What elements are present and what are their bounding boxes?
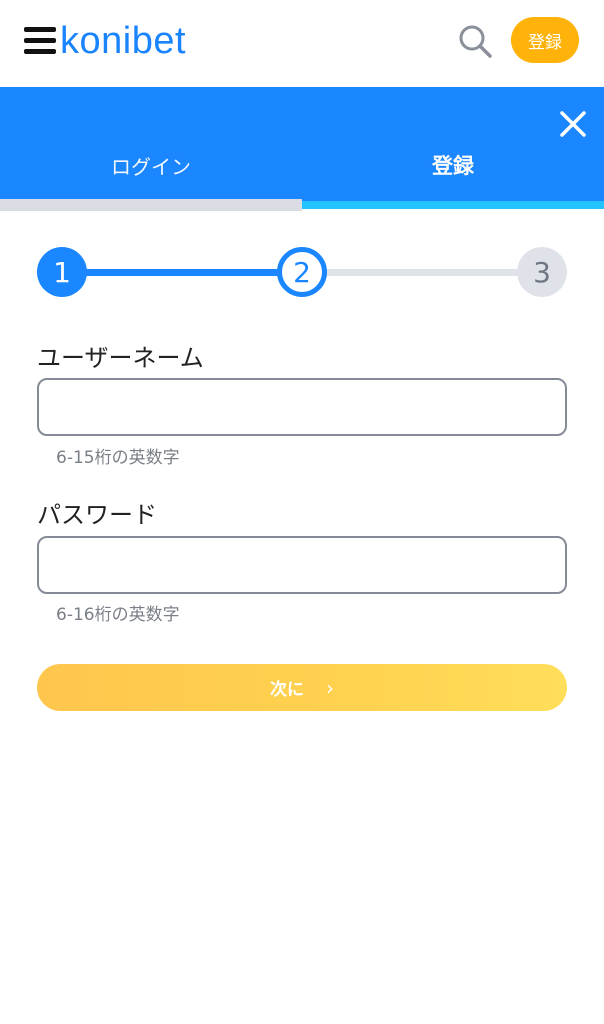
tab-indicator-inactive	[0, 199, 302, 211]
step-connector-completed	[62, 269, 304, 276]
step-connector-pending	[302, 269, 542, 276]
step-1-indicator: 1	[37, 247, 87, 297]
auth-tabs: ログイン 登録	[0, 87, 604, 211]
registration-screen: konibet 登録 ログイン 登録 1 2 3 ユーザーネーム 6-15桁の英…	[0, 0, 604, 1024]
search-icon[interactable]	[456, 22, 494, 60]
chevron-right-icon: ›	[326, 675, 334, 700]
step-3-indicator: 3	[517, 247, 567, 297]
next-button[interactable]: 次に ›	[37, 664, 567, 711]
progress-stepper: 1 2 3	[37, 247, 567, 297]
password-hint: 6-16桁の英数字	[56, 605, 180, 625]
register-button[interactable]: 登録	[511, 17, 579, 63]
tab-indicator-divider	[302, 209, 604, 211]
username-hint: 6-15桁の英数字	[56, 448, 180, 468]
tab-login[interactable]: ログイン	[0, 139, 302, 191]
close-icon[interactable]	[558, 109, 588, 139]
logo: konibet	[60, 20, 187, 62]
password-label: パスワード	[37, 501, 157, 529]
next-button-label: 次に	[270, 680, 304, 700]
top-bar: konibet 登録	[0, 0, 604, 87]
username-input[interactable]	[37, 378, 567, 436]
tab-register[interactable]: 登録	[302, 139, 604, 191]
hamburger-menu-icon[interactable]	[24, 25, 56, 57]
username-label: ユーザーネーム	[37, 344, 204, 372]
password-input[interactable]	[37, 536, 567, 594]
step-2-indicator: 2	[277, 247, 327, 297]
tab-indicator-active	[302, 201, 604, 209]
